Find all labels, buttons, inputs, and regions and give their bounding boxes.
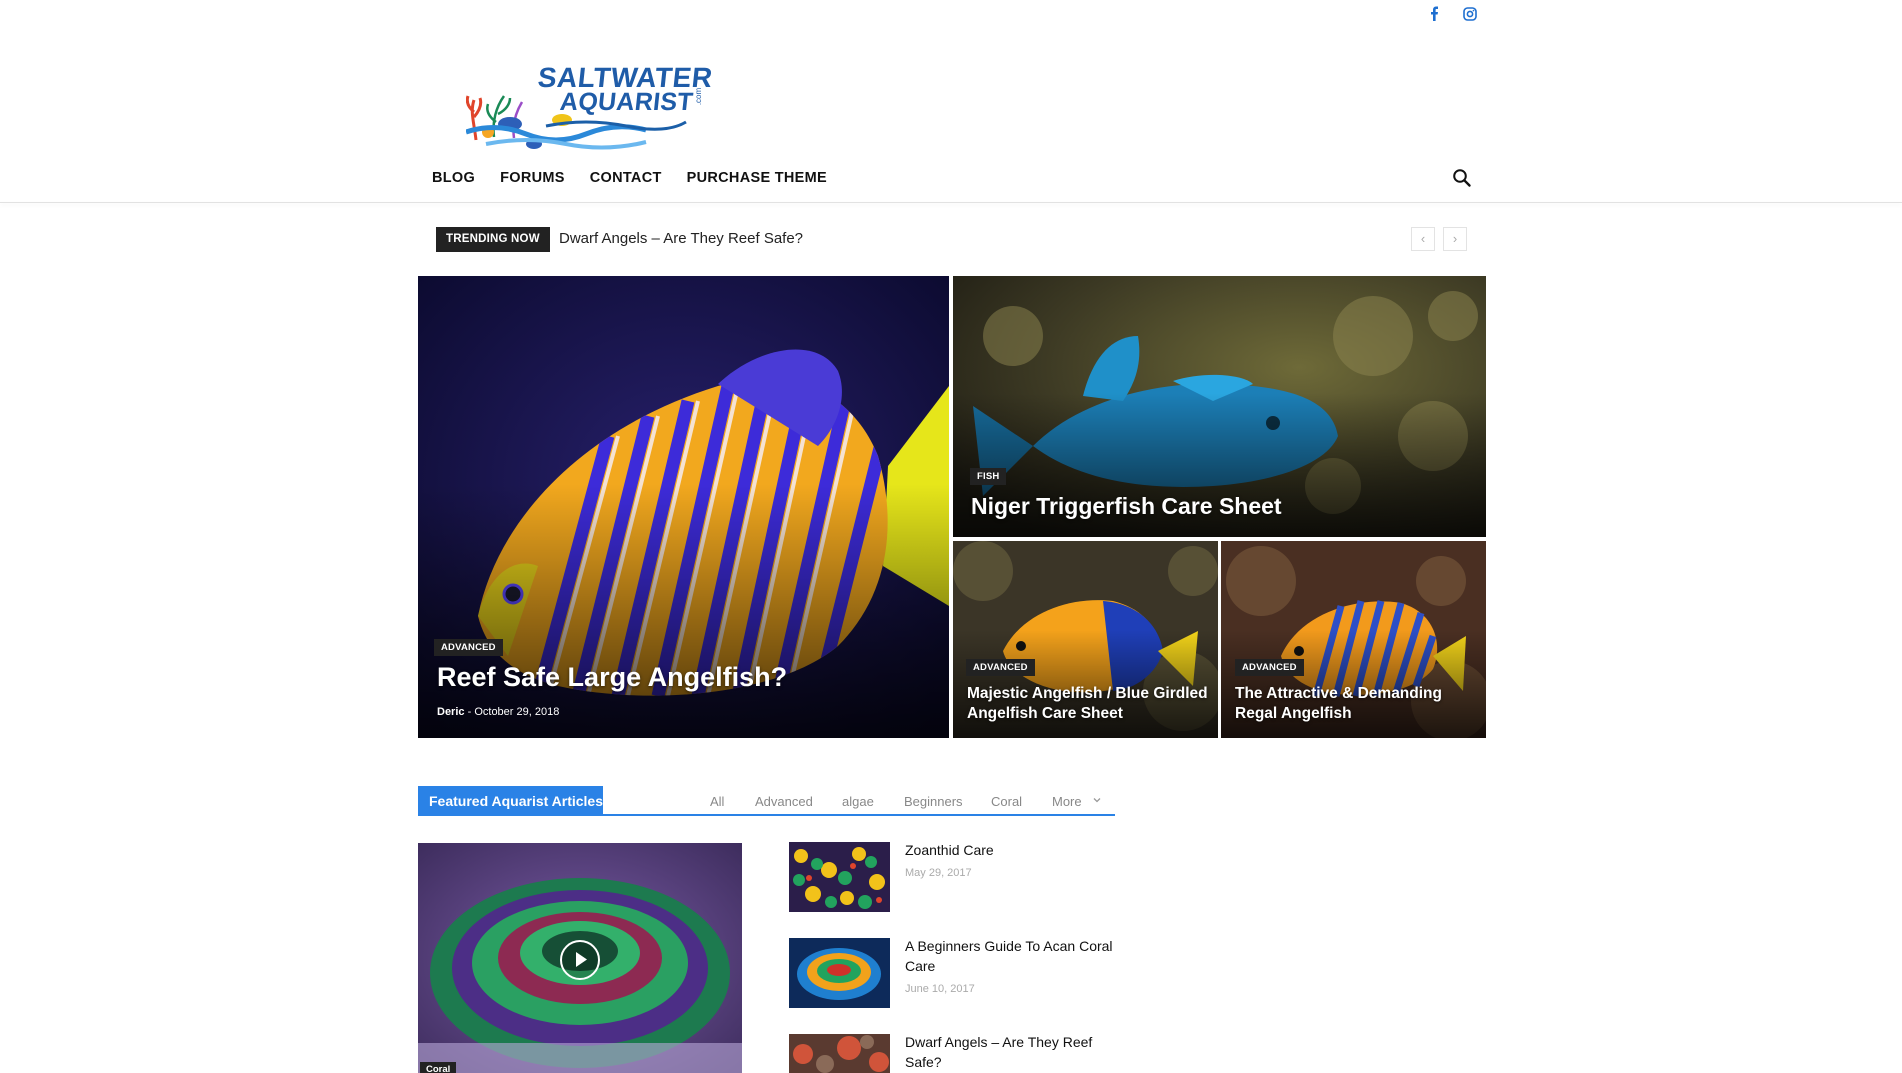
site-logo[interactable]: SALTWATER AQUARIST .com [465, 52, 714, 150]
category-badge[interactable]: ADVANCED [966, 659, 1035, 676]
featured-heading: Featured Aquarist Articles [418, 786, 603, 816]
header-divider [0, 202, 1902, 203]
category-badge[interactable]: Coral [420, 1062, 457, 1073]
nav-item-forums[interactable]: FORUMS [488, 162, 578, 192]
acan-coral-thumbnail [789, 938, 890, 1008]
filter-more[interactable]: More [1052, 794, 1082, 809]
instagram-icon[interactable] [1462, 6, 1478, 27]
hero-top-right-title[interactable]: Niger Triggerfish Care Sheet [971, 493, 1282, 520]
filter-beginners[interactable]: Beginners [904, 794, 963, 809]
zoanthid-thumbnail [789, 842, 890, 912]
hero-top-right-post[interactable]: FISH Niger Triggerfish Care Sheet [953, 276, 1486, 537]
post-thumbnail[interactable] [789, 938, 890, 1008]
trending-headline[interactable]: Dwarf Angels – Are They Reef Safe? [559, 230, 803, 247]
post-author[interactable]: Deric [437, 706, 465, 718]
trending-next-button[interactable]: › [1443, 227, 1467, 251]
post-date: June 10, 2017 [905, 983, 975, 995]
post-date: May 29, 2017 [905, 867, 972, 879]
trending-badge: TRENDING NOW [436, 227, 550, 252]
post-date: October 29, 2018 [474, 706, 560, 718]
hero-bottom-right-post[interactable]: ADVANCED The Attractive & Demanding Rega… [1221, 541, 1486, 738]
post-meta: Deric - October 29, 2018 [437, 706, 559, 718]
hero-main-title[interactable]: Reef Safe Large Angelfish? [437, 662, 787, 693]
search-icon[interactable] [1450, 166, 1474, 190]
logo-line2: AQUARIST [558, 88, 695, 116]
filter-algae[interactable]: algae [842, 794, 874, 809]
facebook-icon[interactable] [1428, 6, 1442, 27]
nav-item-purchase-theme[interactable]: PURCHASE THEME [675, 162, 840, 192]
category-badge[interactable]: ADVANCED [1235, 659, 1304, 676]
hero-main-post[interactable]: ADVANCED Reef Safe Large Angelfish? Deri… [418, 276, 949, 738]
filter-all[interactable]: All [710, 794, 724, 809]
filter-coral[interactable]: Coral [991, 794, 1022, 809]
nav-item-blog[interactable]: BLOG [420, 162, 488, 192]
post-thumbnail[interactable] [789, 1034, 890, 1073]
dwarf-angels-thumbnail [789, 1034, 890, 1073]
logo-suffix: .com [694, 87, 704, 106]
category-badge[interactable]: FISH [970, 468, 1007, 485]
main-nav: BLOG FORUMS CONTACT PURCHASE THEME [420, 162, 840, 192]
hero-bottom-left-title[interactable]: Majestic Angelfish / Blue Girdled Angelf… [967, 684, 1212, 724]
post-thumbnail[interactable] [789, 842, 890, 912]
hero-bottom-right-title[interactable]: The Attractive & Demanding Regal Angelfi… [1235, 684, 1480, 724]
category-badge[interactable]: ADVANCED [434, 639, 503, 656]
meta-separator: - [467, 706, 472, 718]
post-title[interactable]: Zoanthid Care [905, 840, 1125, 860]
post-title[interactable]: A Beginners Guide To Acan Coral Care [905, 936, 1125, 976]
filter-advanced[interactable]: Advanced [755, 794, 813, 809]
chevron-down-icon[interactable] [1092, 793, 1102, 808]
post-title[interactable]: Dwarf Angels – Are They Reef Safe? [905, 1032, 1125, 1072]
hero-bottom-left-post[interactable]: ADVANCED Majestic Angelfish / Blue Girdl… [953, 541, 1218, 738]
nav-item-contact[interactable]: CONTACT [578, 162, 675, 192]
play-icon[interactable] [560, 940, 600, 980]
featured-underline [418, 814, 1115, 816]
trending-prev-button[interactable]: ‹ [1411, 227, 1435, 251]
